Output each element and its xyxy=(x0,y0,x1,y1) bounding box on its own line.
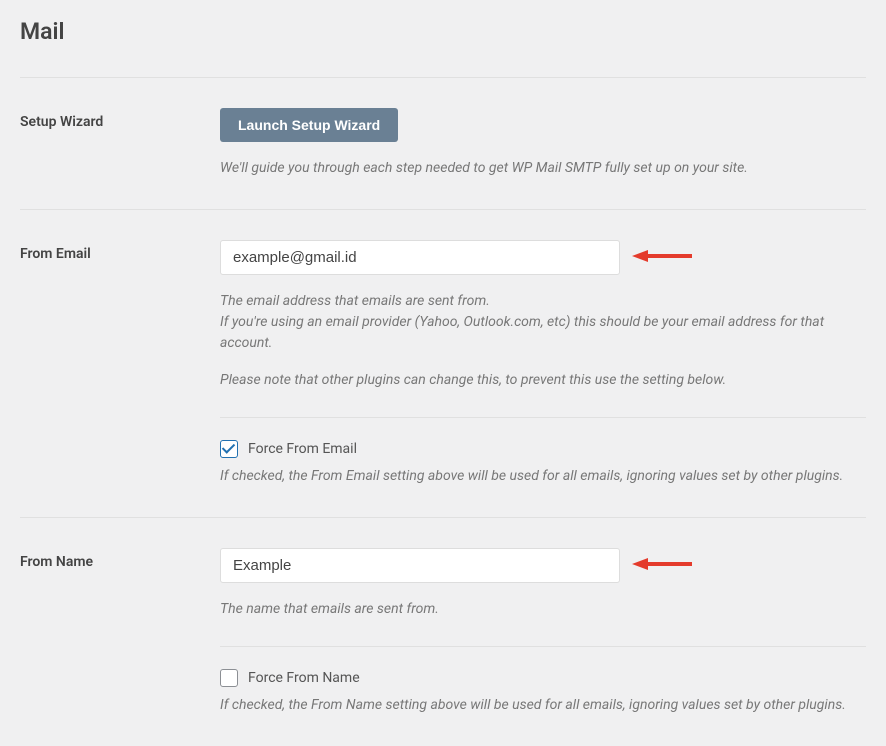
setup-wizard-help: We'll guide you through each step needed… xyxy=(220,158,866,179)
force-from-name-label: Force From Name xyxy=(248,670,360,686)
force-from-email-help: If checked, the From Email setting above… xyxy=(220,466,866,487)
from-name-label: From Name xyxy=(20,548,220,716)
force-from-email-checkbox[interactable] xyxy=(220,440,238,458)
force-from-email-row: Force From Email xyxy=(220,440,866,458)
setup-wizard-row: Setup Wizard Launch Setup Wizard We'll g… xyxy=(20,78,866,209)
from-name-input[interactable] xyxy=(220,548,620,583)
from-email-label: From Email xyxy=(20,240,220,487)
force-from-name-checkbox[interactable] xyxy=(220,669,238,687)
from-email-help-3: Please note that other plugins can chang… xyxy=(220,370,866,391)
from-name-content: The name that emails are sent from. Forc… xyxy=(220,548,866,716)
sub-divider xyxy=(220,646,866,647)
from-email-help-2: If you're using an email provider (Yahoo… xyxy=(220,312,866,354)
from-name-help-1: The name that emails are sent from. xyxy=(220,599,866,620)
setup-wizard-content: Launch Setup Wizard We'll guide you thro… xyxy=(220,108,866,179)
from-email-content: The email address that emails are sent f… xyxy=(220,240,866,487)
force-from-name-row: Force From Name xyxy=(220,669,866,687)
launch-setup-wizard-button[interactable]: Launch Setup Wizard xyxy=(220,108,398,142)
force-from-email-label: Force From Email xyxy=(248,441,357,457)
from-email-help-1: The email address that emails are sent f… xyxy=(220,291,866,312)
from-email-row: From Email The email address that emails… xyxy=(20,210,866,517)
setup-wizard-label: Setup Wizard xyxy=(20,108,220,179)
from-email-input[interactable] xyxy=(220,240,620,275)
sub-divider xyxy=(220,417,866,418)
from-name-row: From Name The name that emails are sent … xyxy=(20,518,866,746)
arrow-left-icon xyxy=(632,554,692,574)
page-title: Mail xyxy=(20,0,866,77)
force-from-name-help: If checked, the From Name setting above … xyxy=(220,695,866,716)
arrow-left-icon xyxy=(632,246,692,266)
